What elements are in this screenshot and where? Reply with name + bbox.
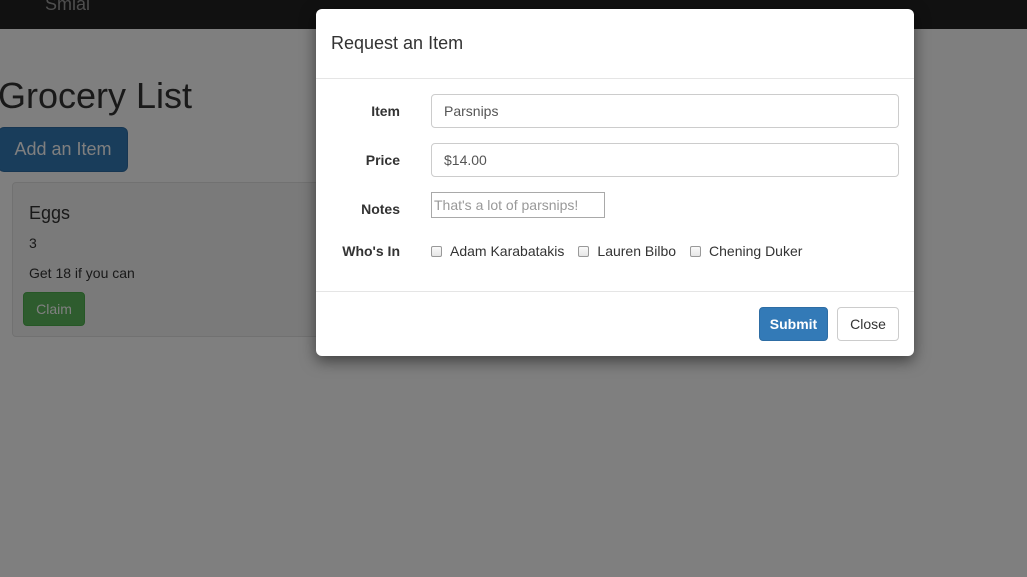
whos-in-label: Who's In [342, 243, 400, 259]
modal-title: Request an Item [331, 33, 464, 53]
person-option[interactable]: Adam Karabatakis [431, 243, 564, 259]
person-option[interactable]: Chening Duker [690, 243, 802, 259]
request-item-modal: Request an Item Item Price Notes Who's I… [316, 9, 914, 356]
item-label: Item [371, 103, 400, 119]
person-checkbox[interactable] [431, 245, 442, 257]
submit-button[interactable]: Submit [759, 307, 828, 341]
price-label: Price [365, 152, 400, 168]
person-checkbox[interactable] [578, 245, 590, 257]
person-name: Chening Duker [709, 243, 803, 259]
price-input[interactable] [431, 143, 899, 177]
modal-header: Request an Item [316, 9, 914, 79]
person-name: Lauren Bilbo [597, 243, 677, 259]
person-option[interactable]: Lauren Bilbo [578, 243, 676, 259]
item-input[interactable] [431, 94, 899, 128]
person-name: Adam Karabatakis [450, 243, 565, 259]
notes-label: Notes [361, 201, 400, 217]
whos-in-checkbox-group: Adam Karabatakis Lauren Bilbo Chening Du… [431, 241, 816, 261]
modal-footer: Submit Close [316, 291, 914, 356]
notes-input[interactable] [431, 192, 605, 218]
person-checkbox[interactable] [690, 245, 702, 257]
close-button[interactable]: Close [837, 307, 899, 341]
